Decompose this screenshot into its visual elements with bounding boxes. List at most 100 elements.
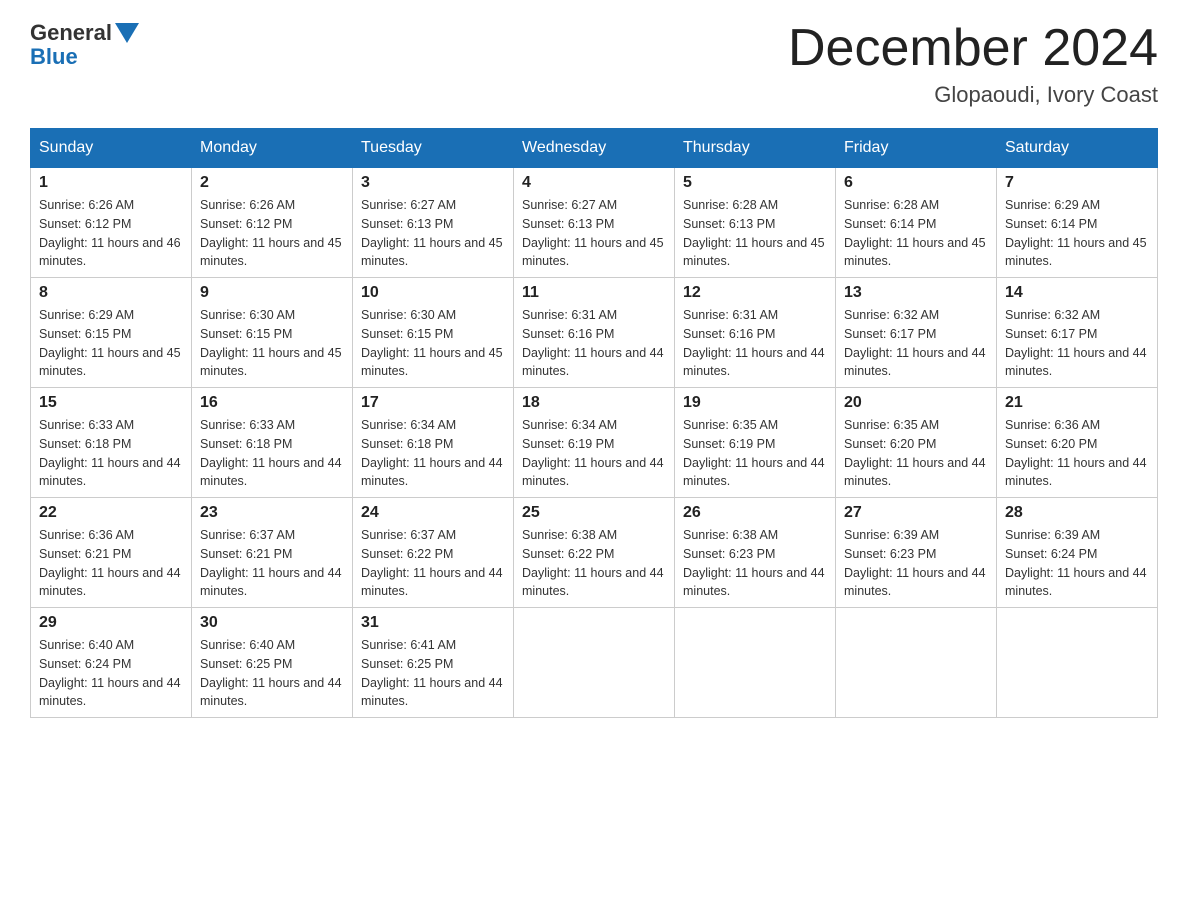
logo: General Blue (30, 20, 139, 70)
day-info: Sunrise: 6:26 AMSunset: 6:12 PMDaylight:… (200, 196, 344, 271)
day-info: Sunrise: 6:38 AMSunset: 6:22 PMDaylight:… (522, 526, 666, 601)
calendar-cell: 28Sunrise: 6:39 AMSunset: 6:24 PMDayligh… (997, 498, 1158, 608)
logo-blue-text: Blue (30, 44, 78, 70)
day-info: Sunrise: 6:41 AMSunset: 6:25 PMDaylight:… (361, 636, 505, 711)
logo-general-text: General (30, 20, 112, 46)
day-number: 25 (522, 504, 666, 522)
calendar-week-row: 22Sunrise: 6:36 AMSunset: 6:21 PMDayligh… (31, 498, 1158, 608)
calendar-cell: 17 Sunrise: 6:34 AMSunset: 6:18 PMDayligh… (353, 388, 514, 498)
calendar-cell: 8 Sunrise: 6:29 AMSunset: 6:15 PMDaylight… (31, 278, 192, 388)
day-info: Sunrise: 6:34 AMSunset: 6:19 PMDaylight:… (522, 416, 666, 491)
day-info: Sunrise: 6:26 AMSunset: 6:12 PMDaylight:… (39, 196, 183, 271)
day-info: Sunrise: 6:40 AMSunset: 6:25 PMDaylight:… (200, 636, 344, 711)
day-info: Sunrise: 6:35 AMSunset: 6:19 PMDaylight:… (683, 416, 827, 491)
day-number: 2 (200, 174, 344, 192)
day-info: Sunrise: 6:30 AMSunset: 6:15 PMDaylight:… (361, 306, 505, 381)
day-number: 3 (361, 174, 505, 192)
calendar-table: SundayMondayTuesdayWednesdayThursdayFrid… (30, 128, 1158, 718)
weekday-header-thursday: Thursday (675, 129, 836, 168)
day-number: 11 (522, 284, 666, 302)
calendar-cell: 26 Sunrise: 6:38 AMSunset: 6:23 PMDayligh… (675, 498, 836, 608)
day-info: Sunrise: 6:36 AMSunset: 6:21 PMDaylight:… (39, 526, 183, 601)
calendar-cell: 1 Sunrise: 6:26 AMSunset: 6:12 PMDaylight… (31, 168, 192, 278)
calendar-cell: 29 Sunrise: 6:40 AMSunset: 6:24 PMDayligh… (31, 608, 192, 718)
calendar-cell: 13Sunrise: 6:32 AMSunset: 6:17 PMDayligh… (836, 278, 997, 388)
day-info: Sunrise: 6:28 AMSunset: 6:14 PMDaylight:… (844, 196, 988, 271)
calendar-cell (675, 608, 836, 718)
calendar-cell: 18 Sunrise: 6:34 AMSunset: 6:19 PMDayligh… (514, 388, 675, 498)
calendar-cell: 14Sunrise: 6:32 AMSunset: 6:17 PMDayligh… (997, 278, 1158, 388)
day-number: 15 (39, 394, 183, 412)
calendar-cell (997, 608, 1158, 718)
calendar-cell: 20 Sunrise: 6:35 AMSunset: 6:20 PMDayligh… (836, 388, 997, 498)
calendar-week-row: 29 Sunrise: 6:40 AMSunset: 6:24 PMDayligh… (31, 608, 1158, 718)
calendar-week-row: 15 Sunrise: 6:33 AMSunset: 6:18 PMDayligh… (31, 388, 1158, 498)
page-header: General Blue December 2024 Glopaoudi, Iv… (30, 20, 1158, 108)
title-section: December 2024 Glopaoudi, Ivory Coast (788, 20, 1158, 108)
calendar-cell: 12 Sunrise: 6:31 AMSunset: 6:16 PMDayligh… (675, 278, 836, 388)
calendar-cell: 9 Sunrise: 6:30 AMSunset: 6:15 PMDaylight… (192, 278, 353, 388)
day-number: 27 (844, 504, 988, 522)
day-number: 1 (39, 174, 183, 192)
day-number: 18 (522, 394, 666, 412)
month-title: December 2024 (788, 20, 1158, 77)
day-info: Sunrise: 6:37 AMSunset: 6:22 PMDaylight:… (361, 526, 505, 601)
day-info: Sunrise: 6:28 AMSunset: 6:13 PMDaylight:… (683, 196, 827, 271)
day-number: 5 (683, 174, 827, 192)
calendar-cell: 23 Sunrise: 6:37 AMSunset: 6:21 PMDayligh… (192, 498, 353, 608)
day-info: Sunrise: 6:34 AMSunset: 6:18 PMDaylight:… (361, 416, 505, 491)
day-info: Sunrise: 6:33 AMSunset: 6:18 PMDaylight:… (200, 416, 344, 491)
day-number: 8 (39, 284, 183, 302)
day-info: Sunrise: 6:29 AMSunset: 6:14 PMDaylight:… (1005, 196, 1149, 271)
calendar-cell: 7Sunrise: 6:29 AMSunset: 6:14 PMDaylight… (997, 168, 1158, 278)
calendar-cell: 24 Sunrise: 6:37 AMSunset: 6:22 PMDayligh… (353, 498, 514, 608)
weekday-header-tuesday: Tuesday (353, 129, 514, 168)
day-info: Sunrise: 6:33 AMSunset: 6:18 PMDaylight:… (39, 416, 183, 491)
day-info: Sunrise: 6:40 AMSunset: 6:24 PMDaylight:… (39, 636, 183, 711)
day-number: 17 (361, 394, 505, 412)
day-number: 26 (683, 504, 827, 522)
day-info: Sunrise: 6:37 AMSunset: 6:21 PMDaylight:… (200, 526, 344, 601)
day-info: Sunrise: 6:27 AMSunset: 6:13 PMDaylight:… (522, 196, 666, 271)
calendar-header-row: SundayMondayTuesdayWednesdayThursdayFrid… (31, 129, 1158, 168)
day-number: 21 (1005, 394, 1149, 412)
location-text: Glopaoudi, Ivory Coast (788, 82, 1158, 108)
day-info: Sunrise: 6:38 AMSunset: 6:23 PMDaylight:… (683, 526, 827, 601)
calendar-cell: 27 Sunrise: 6:39 AMSunset: 6:23 PMDayligh… (836, 498, 997, 608)
calendar-cell: 16 Sunrise: 6:33 AMSunset: 6:18 PMDayligh… (192, 388, 353, 498)
day-number: 24 (361, 504, 505, 522)
calendar-cell: 21Sunrise: 6:36 AMSunset: 6:20 PMDayligh… (997, 388, 1158, 498)
logo-triangle-icon (115, 23, 139, 43)
day-number: 6 (844, 174, 988, 192)
weekday-header-monday: Monday (192, 129, 353, 168)
calendar-cell (836, 608, 997, 718)
calendar-cell: 5 Sunrise: 6:28 AMSunset: 6:13 PMDaylight… (675, 168, 836, 278)
day-info: Sunrise: 6:39 AMSunset: 6:24 PMDaylight:… (1005, 526, 1149, 601)
day-info: Sunrise: 6:29 AMSunset: 6:15 PMDaylight:… (39, 306, 183, 381)
day-info: Sunrise: 6:30 AMSunset: 6:15 PMDaylight:… (200, 306, 344, 381)
weekday-header-wednesday: Wednesday (514, 129, 675, 168)
calendar-cell: 30 Sunrise: 6:40 AMSunset: 6:25 PMDayligh… (192, 608, 353, 718)
day-number: 12 (683, 284, 827, 302)
day-number: 31 (361, 614, 505, 632)
calendar-cell: 11Sunrise: 6:31 AMSunset: 6:16 PMDayligh… (514, 278, 675, 388)
calendar-cell: 10 Sunrise: 6:30 AMSunset: 6:15 PMDayligh… (353, 278, 514, 388)
weekday-header-saturday: Saturday (997, 129, 1158, 168)
calendar-cell: 19Sunrise: 6:35 AMSunset: 6:19 PMDayligh… (675, 388, 836, 498)
day-number: 30 (200, 614, 344, 632)
day-info: Sunrise: 6:31 AMSunset: 6:16 PMDaylight:… (683, 306, 827, 381)
day-number: 29 (39, 614, 183, 632)
weekday-header-sunday: Sunday (31, 129, 192, 168)
day-number: 20 (844, 394, 988, 412)
day-number: 9 (200, 284, 344, 302)
day-info: Sunrise: 6:39 AMSunset: 6:23 PMDaylight:… (844, 526, 988, 601)
day-info: Sunrise: 6:32 AMSunset: 6:17 PMDaylight:… (1005, 306, 1149, 381)
day-number: 16 (200, 394, 344, 412)
calendar-cell: 3Sunrise: 6:27 AMSunset: 6:13 PMDaylight… (353, 168, 514, 278)
day-number: 10 (361, 284, 505, 302)
calendar-cell: 22Sunrise: 6:36 AMSunset: 6:21 PMDayligh… (31, 498, 192, 608)
day-number: 23 (200, 504, 344, 522)
calendar-week-row: 8 Sunrise: 6:29 AMSunset: 6:15 PMDaylight… (31, 278, 1158, 388)
day-info: Sunrise: 6:35 AMSunset: 6:20 PMDaylight:… (844, 416, 988, 491)
day-number: 4 (522, 174, 666, 192)
